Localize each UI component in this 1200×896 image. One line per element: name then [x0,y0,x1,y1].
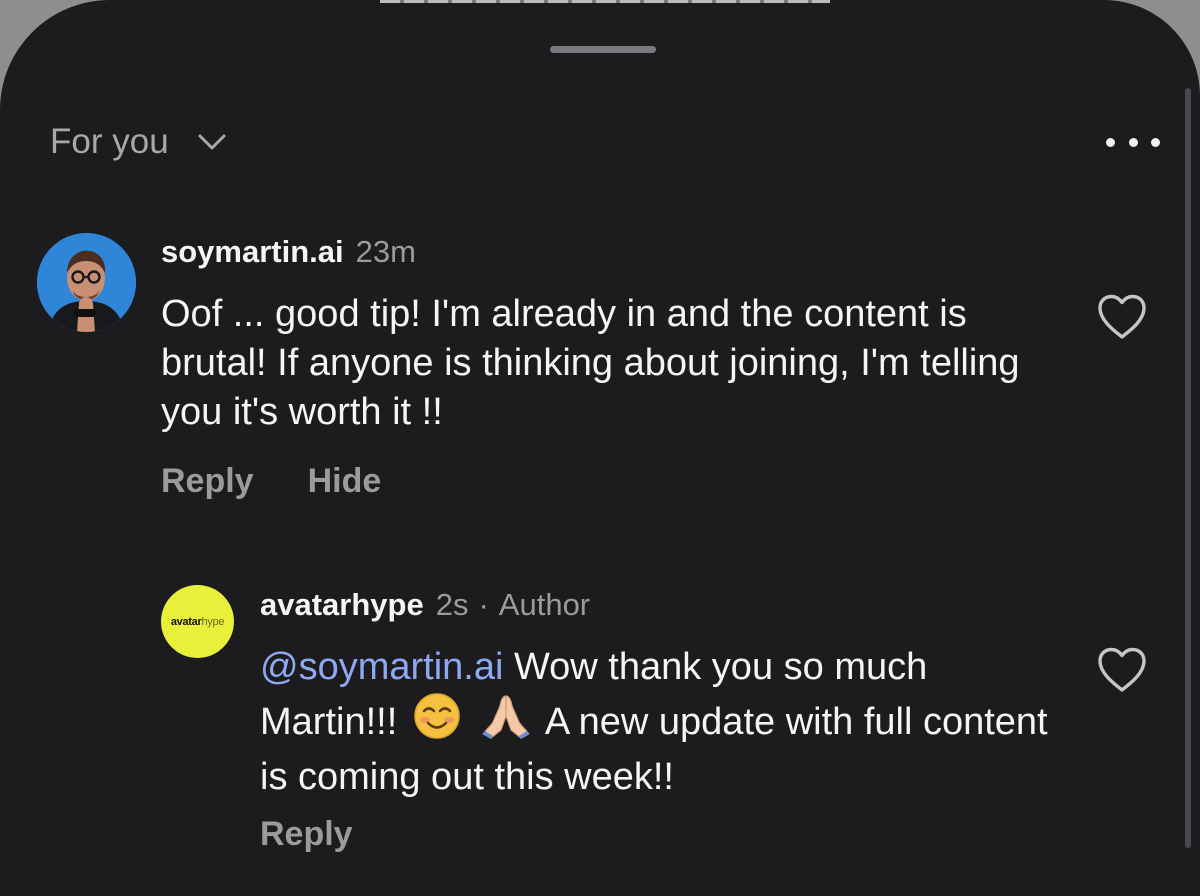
more-dot [1151,137,1160,147]
more-dot [1106,137,1115,147]
logo-text-light: hype [201,615,225,628]
username[interactable]: avatarhype [260,587,424,623]
meta-separator: · [478,587,489,622]
reply-button[interactable]: Reply [260,815,353,854]
scrollbar[interactable] [1185,88,1191,848]
avatar[interactable] [37,233,136,332]
hide-button[interactable]: Hide [308,462,382,501]
comment-header: soymartin.ai 23m [161,234,416,270]
heart-icon[interactable] [1096,293,1148,346]
username[interactable]: soymartin.ai [161,234,344,270]
logo-text-bold: avatar [170,615,202,628]
filter-label: For you [50,122,169,161]
mention-link[interactable]: @soymartin.ai [260,646,503,688]
reply-button[interactable]: Reply [161,462,254,501]
comments-sheet: For you soymartin.ai 23m Oof ... good ti… [0,0,1200,896]
heart-icon[interactable] [1096,646,1148,699]
comment-actions: Reply Hide [161,462,381,501]
more-dot [1128,137,1138,147]
comment-text: Oof ... good tip! I'm already in and the… [161,293,1020,433]
sheet-grabber-handle[interactable] [550,46,656,53]
comment-header: avatarhype 2s · Author [260,587,590,623]
more-options-button[interactable] [1106,129,1160,155]
avatarhype-logo-avatar[interactable]: avatar hype [161,585,234,658]
smiling-face-emoji [413,692,461,753]
folded-hands-emoji [481,692,531,753]
comment-actions: Reply [260,815,353,854]
comment-text: @soymartin.ai Wow thank you so much Mart… [260,643,1060,802]
filter-dropdown[interactable]: For you [50,120,227,164]
timestamp: 2s [435,587,469,622]
timestamp: 23m [355,234,416,269]
top-edge-strip [380,0,830,3]
chevron-down-icon [197,132,227,152]
user-avatar-photo [37,233,136,332]
author-badge: Author [498,587,591,622]
